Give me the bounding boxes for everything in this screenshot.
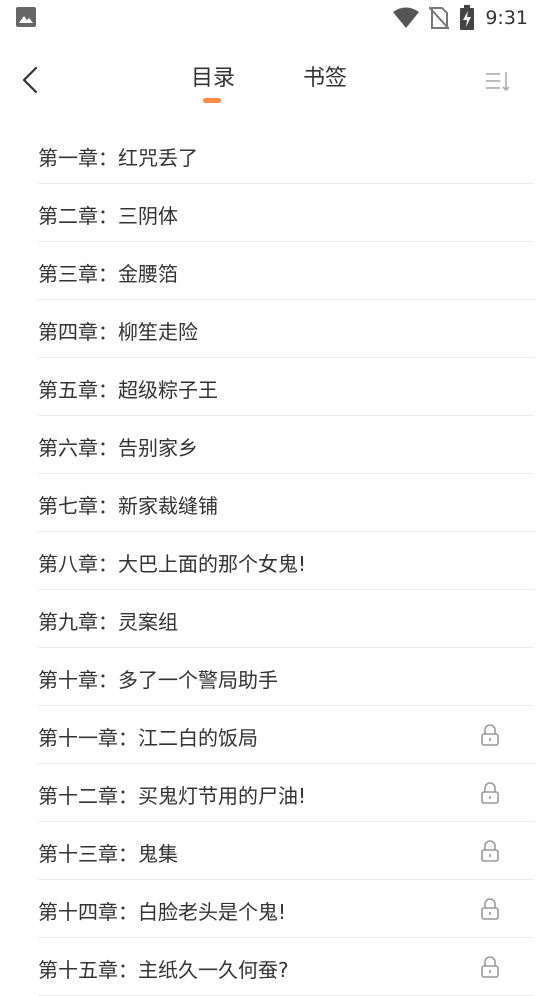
no-sim-icon	[429, 6, 450, 30]
chapter-row[interactable]: 第五章：超级粽子王	[38, 358, 534, 416]
battery-charging-icon	[460, 5, 475, 30]
lock-icon	[481, 898, 499, 920]
chapter-row[interactable]: 第十二章：买鬼灯节用的尸油!	[38, 764, 534, 822]
chapter-row[interactable]: 第十一章：江二白的饭局	[38, 706, 534, 764]
chapter-title: 第十章：多了一个警局助手	[38, 668, 278, 692]
chapter-title: 第二章：三阴体	[38, 204, 178, 228]
header: 目录 书签	[0, 40, 540, 120]
lock-icon	[481, 956, 499, 978]
chapter-row[interactable]: 第二章：三阴体	[38, 184, 534, 242]
chapter-title: 第十二章：买鬼灯节用的尸油!	[38, 784, 307, 808]
chapter-row[interactable]: 第八章：大巴上面的那个女鬼!	[38, 532, 534, 590]
chapter-title: 第四章：柳笙走险	[38, 320, 198, 344]
chapter-row[interactable]: 第六章：告别家乡	[38, 416, 534, 474]
status-time: 9:31	[485, 7, 528, 29]
chapter-row[interactable]: 第四章：柳笙走险	[38, 300, 534, 358]
lock-icon	[481, 724, 499, 746]
tab-toc[interactable]: 目录	[191, 60, 235, 92]
chapter-row[interactable]: 第三章：金腰箔	[38, 242, 534, 300]
status-icons: 9:31	[393, 5, 528, 31]
back-button[interactable]	[14, 62, 46, 98]
lock-icon	[481, 840, 499, 862]
sort-icon[interactable]	[484, 68, 514, 94]
status-bar: 9:31	[0, 0, 540, 36]
chapter-title: 第三章：金腰箔	[38, 262, 178, 286]
chapter-row[interactable]: 第十四章：白脸老头是个鬼!	[38, 880, 534, 938]
chapter-title: 第十一章：江二白的饭局	[38, 726, 258, 750]
chapter-list: 第一章：红咒丢了 第二章：三阴体 第三章：金腰箔 第四章：柳笙走险 第五章：超级…	[38, 126, 534, 996]
chapter-title: 第八章：大巴上面的那个女鬼!	[38, 552, 307, 576]
chapter-title: 第五章：超级粽子王	[38, 378, 218, 402]
chapter-title: 第一章：红咒丢了	[38, 146, 198, 170]
active-tab-indicator	[203, 98, 221, 103]
chapter-row[interactable]: 第一章：红咒丢了	[38, 126, 534, 184]
chapter-row[interactable]: 第十五章：主纸久一久何蚕?	[38, 938, 534, 996]
chapter-title: 第十五章：主纸久一久何蚕?	[38, 958, 289, 982]
chapter-title: 第十三章：鬼集	[38, 842, 178, 866]
chapter-row[interactable]: 第十三章：鬼集	[38, 822, 534, 880]
image-icon	[16, 7, 36, 27]
back-arrow-icon	[22, 66, 38, 94]
tab-bookmarks[interactable]: 书签	[303, 60, 347, 92]
chapter-title: 第十四章：白脸老头是个鬼!	[38, 900, 287, 924]
chapter-title: 第九章：灵案组	[38, 610, 178, 634]
chapter-row[interactable]: 第九章：灵案组	[38, 590, 534, 648]
chapter-row[interactable]: 第十章：多了一个警局助手	[38, 648, 534, 706]
chapter-row[interactable]: 第七章：新家裁缝铺	[38, 474, 534, 532]
chapter-title: 第六章：告别家乡	[38, 436, 198, 460]
lock-icon	[481, 782, 499, 804]
chapter-title: 第七章：新家裁缝铺	[38, 494, 218, 518]
wifi-icon	[393, 7, 420, 28]
